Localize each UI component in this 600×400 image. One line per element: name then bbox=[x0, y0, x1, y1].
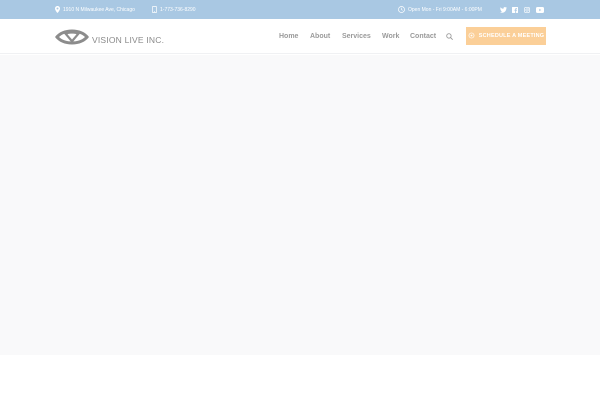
mobile-phone-icon bbox=[152, 6, 157, 13]
nav-work[interactable]: Work bbox=[382, 19, 399, 54]
location-pin-icon bbox=[55, 6, 60, 13]
search-icon[interactable] bbox=[446, 19, 453, 54]
content-area bbox=[0, 355, 600, 400]
site-header: VISION LIVE INC. Home About Services Wor… bbox=[0, 19, 600, 54]
instagram-icon[interactable] bbox=[524, 0, 530, 19]
logo-text: VISION LIVE INC. bbox=[92, 35, 165, 45]
address-text: 1910 N Milwaukee Ave, Chicago bbox=[63, 6, 135, 13]
clock-icon bbox=[398, 6, 405, 13]
site-logo[interactable]: VISION LIVE INC. bbox=[54, 26, 164, 48]
facebook-icon[interactable] bbox=[512, 0, 518, 19]
eye-logo-icon bbox=[55, 29, 89, 45]
address-info: 1910 N Milwaukee Ave, Chicago bbox=[55, 0, 135, 19]
schedule-meeting-button[interactable]: SCHEDULE A MEETING bbox=[466, 27, 546, 45]
phone-text[interactable]: 1-773-736-8290 bbox=[160, 7, 196, 13]
nav-home[interactable]: Home bbox=[279, 19, 298, 54]
nav-contact[interactable]: Contact bbox=[410, 19, 436, 54]
nav-about[interactable]: About bbox=[310, 19, 330, 54]
hero-section bbox=[0, 55, 600, 355]
youtube-icon[interactable] bbox=[536, 0, 544, 19]
schedule-meeting-label: SCHEDULE A MEETING bbox=[478, 33, 545, 39]
nav-services[interactable]: Services bbox=[342, 19, 371, 54]
top-info-bar: 1910 N Milwaukee Ave, Chicago 1-773-736-… bbox=[0, 0, 600, 19]
twitter-icon[interactable] bbox=[500, 0, 507, 19]
phone-info[interactable]: 1-773-736-8290 bbox=[152, 0, 196, 19]
hours-text: Open Mon - Fri 9:00AM - 6:00PM bbox=[408, 6, 482, 13]
hours-info: Open Mon - Fri 9:00AM - 6:00PM bbox=[398, 0, 482, 19]
settings-cog-icon bbox=[468, 32, 475, 41]
